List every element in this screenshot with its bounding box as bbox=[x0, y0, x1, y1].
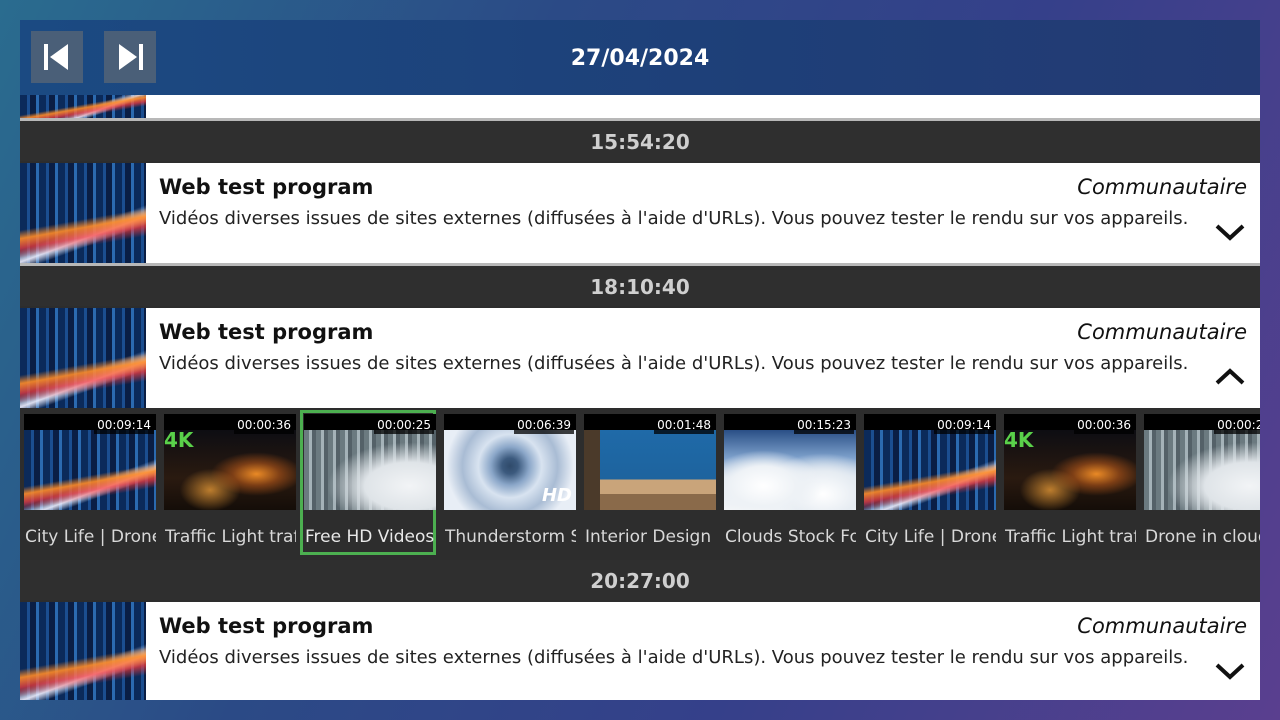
program-row-expanded[interactable]: Web test program Communautaire Vidéos di… bbox=[20, 308, 1260, 408]
program-description: Vidéos diverses issues de sites externes… bbox=[159, 647, 1189, 668]
time-slot-header: 15:54:20 bbox=[20, 121, 1260, 161]
video-card[interactable]: 00:15:23 Clouds Stock Footage bbox=[720, 410, 856, 555]
video-title: City Life | Drone bbox=[865, 527, 996, 547]
video-duration: 00:00:25 bbox=[1214, 416, 1260, 434]
video-title: Traffic Light traffic bbox=[165, 527, 296, 547]
program-category: Communautaire bbox=[1077, 175, 1247, 199]
chevron-down-icon[interactable] bbox=[1214, 221, 1246, 243]
video-title: Thunderstorm S bbox=[445, 527, 576, 547]
time-slot-header: 18:10:40 bbox=[20, 266, 1260, 306]
video-title: Traffic Light traffic bbox=[1005, 527, 1136, 547]
program-description: Vidéos diverses issues de sites externes… bbox=[159, 353, 1189, 374]
program-row[interactable]: Web test program Communautaire Vidéos di… bbox=[20, 602, 1260, 700]
4k-badge: 4K bbox=[1004, 428, 1034, 452]
video-title: City Life | Drone bbox=[25, 527, 156, 547]
video-card[interactable]: 4K 00:00:36 Traffic Light traffic bbox=[160, 410, 296, 555]
4k-badge: 4K bbox=[164, 428, 194, 452]
hd-badge: HD bbox=[541, 485, 572, 506]
program-thumbnail bbox=[20, 308, 146, 408]
video-duration: 00:06:39 bbox=[514, 416, 574, 434]
date-label: 27/04/2024 bbox=[570, 46, 710, 71]
chevron-up-icon[interactable] bbox=[1214, 366, 1246, 388]
video-duration: 00:00:36 bbox=[1074, 416, 1134, 434]
video-carousel[interactable]: 00:09:14 City Life | Drone 4K 00:00:36 T… bbox=[20, 408, 1260, 560]
video-title: Free HD Videos bbox=[305, 527, 435, 547]
previous-program-row[interactable] bbox=[20, 85, 1260, 118]
program-thumbnail bbox=[20, 602, 146, 700]
video-card[interactable]: 00:01:48 Interior Design bbox=[580, 410, 716, 555]
program-category: Communautaire bbox=[1077, 320, 1247, 344]
video-card[interactable]: 00:09:14 City Life | Drone bbox=[860, 410, 996, 555]
program-row[interactable]: Web test program Communautaire Vidéos di… bbox=[20, 163, 1260, 263]
video-card[interactable]: 00:00:25 Drone in clouds bbox=[1140, 410, 1260, 555]
program-thumbnail bbox=[20, 163, 146, 263]
video-title: Interior Design bbox=[585, 527, 712, 547]
video-card-selected[interactable]: 00:00:25 Free HD Videos bbox=[300, 410, 436, 555]
video-duration: 00:00:25 bbox=[374, 416, 434, 434]
video-card[interactable]: 00:09:14 City Life | Drone bbox=[20, 410, 156, 555]
time-slot-header: 20:27:00 bbox=[20, 560, 1260, 600]
video-duration: 00:00:36 bbox=[234, 416, 294, 434]
video-duration: 00:01:48 bbox=[654, 416, 714, 434]
video-card[interactable]: HD 00:06:39 Thunderstorm S bbox=[440, 410, 576, 555]
header-bar: 27/04/2024 bbox=[20, 20, 1260, 95]
chevron-down-icon[interactable] bbox=[1214, 660, 1246, 682]
video-title: Drone in clouds bbox=[1145, 527, 1260, 547]
program-description: Vidéos diverses issues de sites externes… bbox=[159, 208, 1189, 229]
video-duration: 00:09:14 bbox=[94, 416, 154, 434]
program-title: Web test program bbox=[159, 614, 374, 638]
video-duration: 00:09:14 bbox=[934, 416, 994, 434]
program-title: Web test program bbox=[159, 175, 374, 199]
video-duration: 00:15:23 bbox=[794, 416, 854, 434]
video-title: Clouds Stock Footage bbox=[725, 527, 856, 547]
video-card[interactable]: 4K 00:00:36 Traffic Light traffic bbox=[1000, 410, 1136, 555]
program-category: Communautaire bbox=[1077, 614, 1247, 638]
program-title: Web test program bbox=[159, 320, 374, 344]
epg-app: 27/04/2024 15:54:20 Web test program Com… bbox=[20, 20, 1260, 700]
